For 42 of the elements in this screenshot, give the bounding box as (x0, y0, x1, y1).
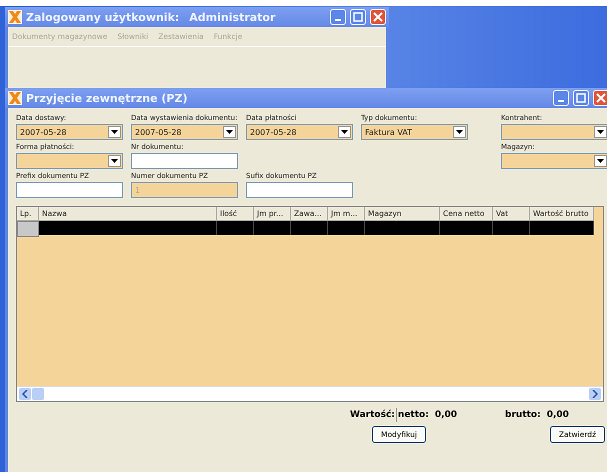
dropdown-field[interactable] (501, 153, 607, 169)
dropdown-arrow-icon (111, 159, 118, 163)
dropdown-field[interactable] (501, 124, 607, 140)
close-button[interactable] (370, 9, 386, 25)
dropdown-arrow-icon (597, 159, 604, 163)
window-title: Zalogowany użytkownik: (26, 10, 180, 24)
scroll-left-button[interactable] (19, 388, 31, 400)
dropdown-field[interactable]: Faktura VAT (361, 124, 468, 140)
minimize-button[interactable] (330, 9, 346, 25)
dropdown-field[interactable] (16, 153, 123, 169)
maximize-button[interactable] (350, 9, 366, 25)
close-icon (373, 12, 383, 22)
minimize-button[interactable] (553, 90, 569, 106)
close-icon (596, 93, 606, 103)
dropdown-arrow-icon (226, 130, 233, 134)
total-label: Wartość: (350, 410, 395, 420)
dropdown-arrow-icon (597, 130, 604, 134)
close-button[interactable] (593, 90, 607, 106)
input-field[interactable] (16, 182, 123, 198)
dropdown-field[interactable]: 2007-05-28 (16, 124, 123, 140)
dropdown-arrow-icon (341, 130, 348, 134)
netto-value: 0,00 (434, 410, 458, 420)
minimize-icon (558, 100, 564, 102)
app-icon (8, 10, 22, 24)
dropdown-arrow-icon (111, 130, 118, 134)
window-title: Przyjęcie zewnętrzne (PZ) (26, 92, 188, 104)
scrollbar-thumb[interactable] (32, 388, 44, 400)
netto-label: netto: (398, 410, 429, 420)
maximize-icon (576, 93, 586, 103)
dropdown-field[interactable]: 2007-05-28 (246, 124, 353, 140)
input-field[interactable] (246, 182, 353, 198)
brutto-value: 0,00 (546, 410, 569, 420)
dropdown-arrow-icon (456, 130, 463, 134)
maximize-icon (353, 12, 363, 22)
dropdown-field[interactable]: 2007-05-28 (131, 124, 238, 140)
user-name: Administrator (189, 10, 276, 24)
app-icon (8, 91, 22, 105)
input-field[interactable] (131, 153, 238, 169)
brutto-label: brutto: (505, 410, 541, 420)
maximize-button[interactable] (573, 90, 589, 106)
minimize-icon (335, 19, 341, 21)
scroll-right-button[interactable] (589, 388, 601, 400)
